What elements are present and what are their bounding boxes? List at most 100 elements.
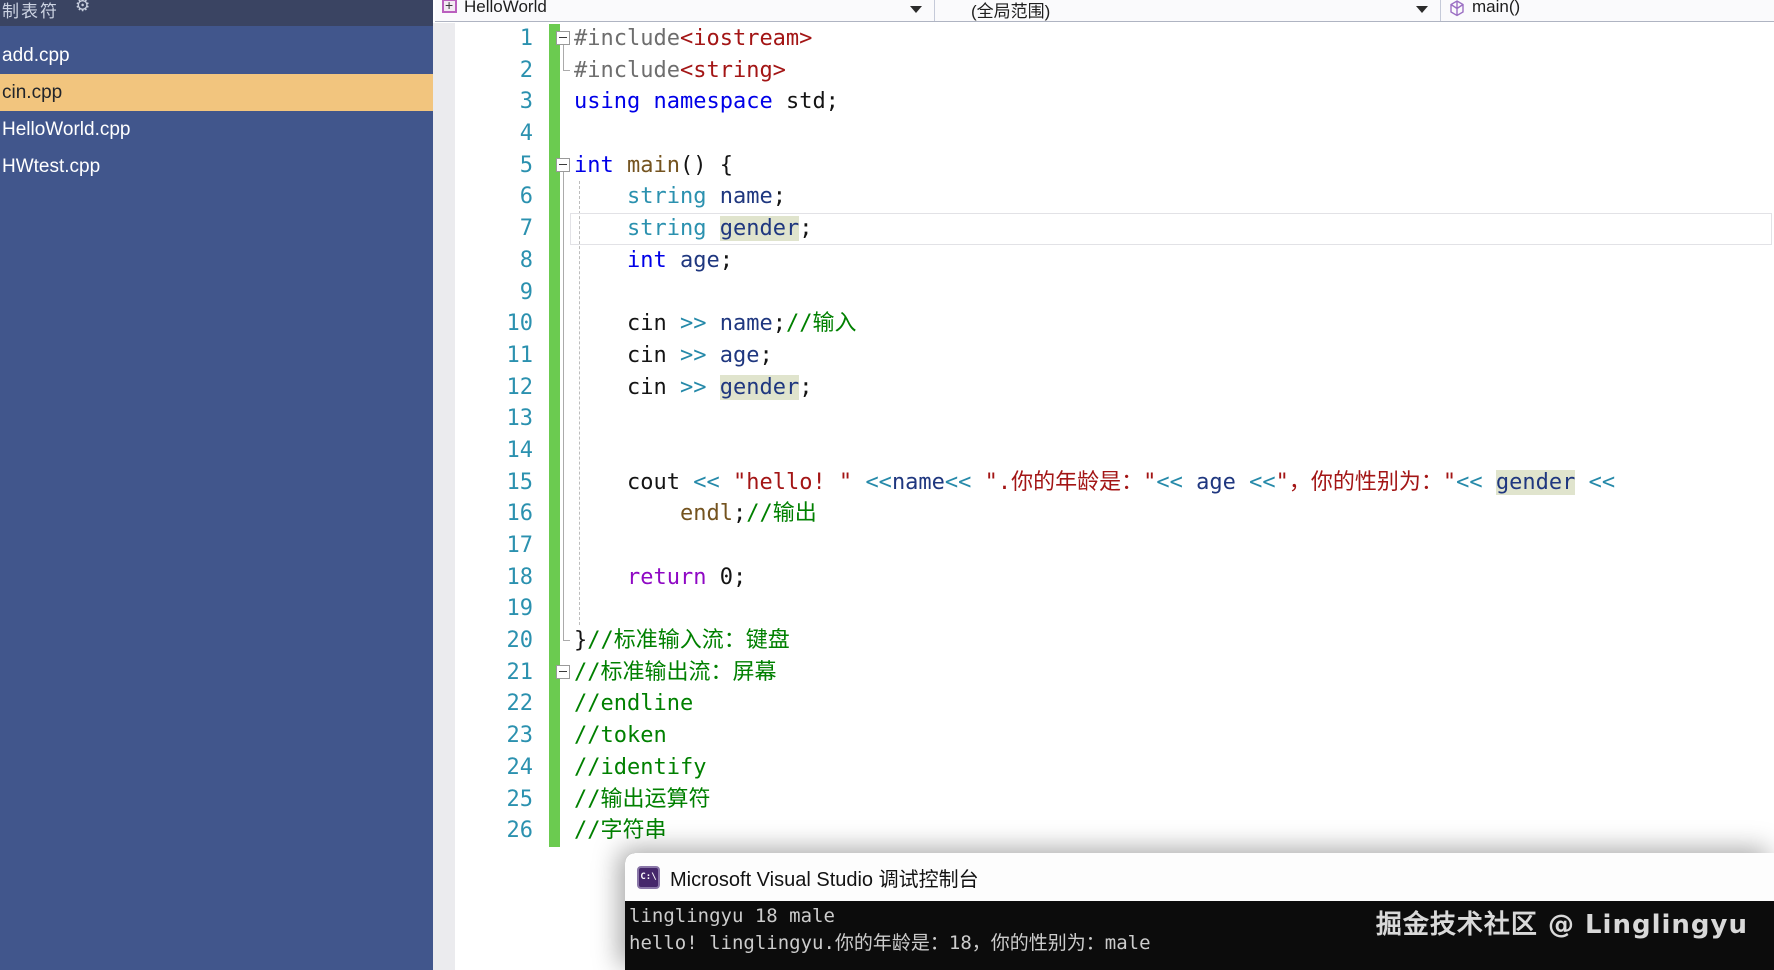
line-number: 21: [433, 657, 533, 689]
line-number: 14: [433, 435, 533, 467]
code-line[interactable]: 5int main() {: [433, 150, 1774, 182]
code-text: //输出运算符: [433, 784, 1774, 816]
line-number: 11: [433, 340, 533, 372]
code-text: cin >> name;//输入: [433, 308, 1774, 340]
line-number: 22: [433, 688, 533, 720]
code-line[interactable]: 14: [433, 435, 1774, 467]
chevron-down-icon[interactable]: [1416, 6, 1428, 13]
line-number: 9: [433, 277, 533, 309]
code-text: int main() {: [433, 150, 1774, 182]
line-number: 5: [433, 150, 533, 182]
sidebar-item-add.cpp[interactable]: add.cpp: [0, 37, 433, 74]
navigation-bar: HelloWorld (全局范围) main(): [435, 0, 1774, 22]
scope-dropdown[interactable]: (全局范围): [935, 0, 1441, 21]
line-number: 1: [433, 23, 533, 55]
code-line[interactable]: 6 string name;: [433, 181, 1774, 213]
code-line[interactable]: 15 cout << "hello! " <<name<< ".你的年龄是："<…: [433, 467, 1774, 499]
chevron-down-icon[interactable]: [910, 6, 922, 13]
collapse-icon[interactable]: [556, 665, 570, 679]
code-line[interactable]: 25//输出运算符: [433, 784, 1774, 816]
editor: HelloWorld (全局范围) main() 1#include<iostr…: [433, 0, 1774, 970]
line-number: 18: [433, 562, 533, 594]
code-line[interactable]: 20}//标准输入流：键盘: [433, 625, 1774, 657]
code-text: }//标准输入流：键盘: [433, 625, 1774, 657]
cpp-project-icon: [442, 0, 457, 13]
code-text: return 0;: [433, 562, 1774, 594]
code-text: cout << "hello! " <<name<< ".你的年龄是："<< a…: [433, 467, 1774, 499]
debug-console-window: C:\ Microsoft Visual Studio 调试控制台 lingli…: [625, 853, 1774, 970]
line-number: 26: [433, 815, 533, 847]
scope-dropdown-label: (全局范围): [971, 0, 1050, 21]
sidebar-item-cin.cpp[interactable]: cin.cpp: [0, 74, 433, 111]
code-text: cin >> gender;: [433, 372, 1774, 404]
code-text: endl;//输出: [433, 498, 1774, 530]
code-line[interactable]: 7 string gender;: [433, 213, 1774, 245]
code-line[interactable]: 10 cin >> name;//输入: [433, 308, 1774, 340]
code-text: //字符串: [433, 815, 1774, 847]
code-line[interactable]: 24//identify: [433, 752, 1774, 784]
code-line[interactable]: 9: [433, 277, 1774, 309]
code-line[interactable]: 16 endl;//输出: [433, 498, 1774, 530]
code-line[interactable]: 19: [433, 593, 1774, 625]
code-line[interactable]: 23//token: [433, 720, 1774, 752]
code-text: cin >> age;: [433, 340, 1774, 372]
code-line[interactable]: 17: [433, 530, 1774, 562]
line-number: 3: [433, 86, 533, 118]
sidebar-item-HWtest.cpp[interactable]: HWtest.cpp: [0, 148, 433, 185]
line-number: 24: [433, 752, 533, 784]
project-dropdown-label: HelloWorld: [464, 0, 547, 17]
code-line[interactable]: 8 int age;: [433, 245, 1774, 277]
code-line[interactable]: 26//字符串: [433, 815, 1774, 847]
project-dropdown[interactable]: HelloWorld: [435, 0, 935, 21]
code-line[interactable]: 11 cin >> age;: [433, 340, 1774, 372]
sidebar-header-label: 制表符: [2, 0, 59, 22]
line-number: 17: [433, 530, 533, 562]
code-text: #include<iostream>: [433, 23, 1774, 55]
code-line[interactable]: 12 cin >> gender;: [433, 372, 1774, 404]
code-line[interactable]: 3using namespace std;: [433, 86, 1774, 118]
line-number: 2: [433, 55, 533, 87]
collapse-icon[interactable]: [556, 31, 570, 45]
line-number: 6: [433, 181, 533, 213]
line-number: 23: [433, 720, 533, 752]
code-line[interactable]: 4: [433, 118, 1774, 150]
member-dropdown-label: main(): [1472, 0, 1520, 17]
line-number: 15: [433, 467, 533, 499]
code-line[interactable]: 1#include<iostream>: [433, 23, 1774, 55]
line-number: 13: [433, 403, 533, 435]
code-line[interactable]: 21//标准输出流：屏幕: [433, 657, 1774, 689]
collapse-icon[interactable]: [556, 158, 570, 172]
code-line[interactable]: 18 return 0;: [433, 562, 1774, 594]
method-cube-icon: [1449, 0, 1465, 21]
sidebar-header: 制表符 ⚙: [0, 0, 433, 26]
line-number: 25: [433, 784, 533, 816]
line-number: 10: [433, 308, 533, 340]
code-line[interactable]: 22//endline: [433, 688, 1774, 720]
line-number: 8: [433, 245, 533, 277]
sidebar: 制表符 ⚙ add.cppcin.cppHelloWorld.cppHWtest…: [0, 0, 433, 970]
console-title-text: Microsoft Visual Studio 调试控制台: [670, 863, 979, 892]
code-text: //标准输出流：屏幕: [433, 657, 1774, 689]
line-number: 20: [433, 625, 533, 657]
gear-icon[interactable]: ⚙: [75, 0, 90, 16]
code-text: using namespace std;: [433, 86, 1774, 118]
sidebar-item-HelloWorld.cpp[interactable]: HelloWorld.cpp: [0, 111, 433, 148]
member-dropdown[interactable]: main(): [1441, 0, 1774, 21]
line-number: 7: [433, 213, 533, 245]
code-area[interactable]: 1#include<iostream>2#include<string>3usi…: [433, 23, 1774, 847]
code-text: int age;: [433, 245, 1774, 277]
code-text: string gender;: [433, 213, 1774, 245]
code-text: #include<string>: [433, 55, 1774, 87]
watermark: 掘金技术社区 @ Linglingyu: [1376, 912, 1748, 939]
file-list: add.cppcin.cppHelloWorld.cppHWtest.cpp: [0, 37, 433, 185]
code-line[interactable]: 2#include<string>: [433, 55, 1774, 87]
code-text: string name;: [433, 181, 1774, 213]
line-number: 16: [433, 498, 533, 530]
line-number: 19: [433, 593, 533, 625]
line-number: 12: [433, 372, 533, 404]
vs-window: 制表符 ⚙ add.cppcin.cppHelloWorld.cppHWtest…: [0, 0, 1774, 970]
console-title-bar[interactable]: C:\ Microsoft Visual Studio 调试控制台: [625, 853, 1774, 901]
console-icon: C:\: [637, 866, 660, 889]
console-output[interactable]: linglingyu 18 male hello! linglingyu.你的年…: [625, 901, 1774, 970]
code-line[interactable]: 13: [433, 403, 1774, 435]
